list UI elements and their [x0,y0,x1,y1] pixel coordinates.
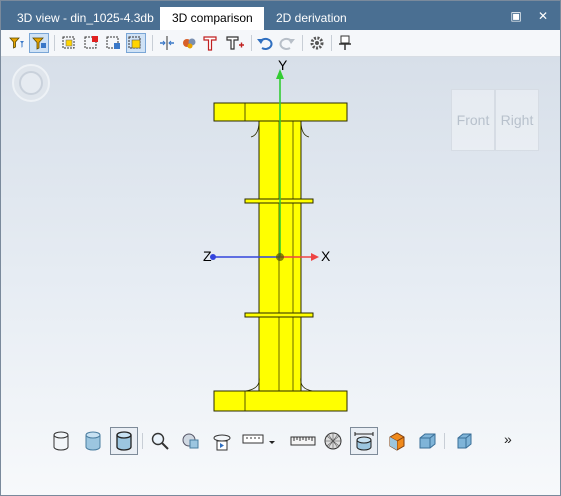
filter-active-icon[interactable] [29,33,49,53]
select-remove-icon[interactable] [82,33,102,53]
section-plane-icon[interactable] [157,33,177,53]
tab-2d-derivation[interactable]: 2D derivation [268,7,355,30]
close-button[interactable]: ✕ [536,9,550,23]
explode-icon[interactable] [179,33,199,53]
toolbar-separator [331,35,332,51]
select-invert-icon[interactable] [104,33,124,53]
beam-bottom-flange [213,390,348,412]
cylinder-wireframe-icon[interactable] [47,427,75,455]
toolbar-separator [302,35,303,51]
x-axis-label: X [321,248,331,264]
toolbar-separator [444,433,445,449]
tab-3d-view[interactable]: 3D view - din_1025-4.3db [9,7,162,30]
pin-icon[interactable] [335,33,355,53]
select-all-icon[interactable] [60,33,80,53]
redo-icon[interactable] [277,33,297,53]
toolbar-separator [251,35,252,51]
blue-cube-icon[interactable] [413,427,441,455]
settings-gear-icon[interactable] [307,33,327,53]
beam-stiffener [244,198,314,204]
box-view-icon[interactable] [450,427,478,455]
toolbar-separator [54,35,55,51]
t-profile-add-icon[interactable] [225,33,245,53]
toolbar [1,30,560,57]
3d-viewport[interactable]: Front Right Y X Z » [1,57,560,495]
cylinder-shaded-edges-icon[interactable] [110,427,138,455]
zoom-icon[interactable] [146,427,174,455]
view-toolbar: » [1,427,560,459]
toolbar-separator [142,433,143,449]
select-box-icon[interactable] [126,33,146,53]
restore-button[interactable]: ▣ [509,9,523,23]
more-tools-button[interactable]: » [504,431,512,447]
section-cylinder-icon[interactable] [350,427,378,455]
y-axis-label: Y [278,57,288,73]
filter-icon[interactable] [7,33,27,53]
annotation-dropdown-icon[interactable] [240,427,278,455]
undo-icon[interactable] [255,33,275,53]
t-profile-icon[interactable] [201,33,221,53]
tab-bar: 3D view - din_1025-4.3db 3D comparison 2… [1,1,560,30]
rotate-icon[interactable] [208,427,236,455]
z-axis-label: Z [203,248,212,264]
beam-stiffener [244,312,314,318]
cylinder-shaded-icon[interactable] [79,427,107,455]
orange-cube-icon[interactable] [383,427,411,455]
window: 3D view - din_1025-4.3db 3D comparison 2… [0,0,561,496]
measure-ruler-icon[interactable] [289,427,317,455]
mesh-sphere-icon[interactable] [319,427,347,455]
toolbar-separator [152,35,153,51]
tab-3d-comparison[interactable]: 3D comparison [160,7,264,30]
zoom-fit-icon[interactable] [177,427,205,455]
